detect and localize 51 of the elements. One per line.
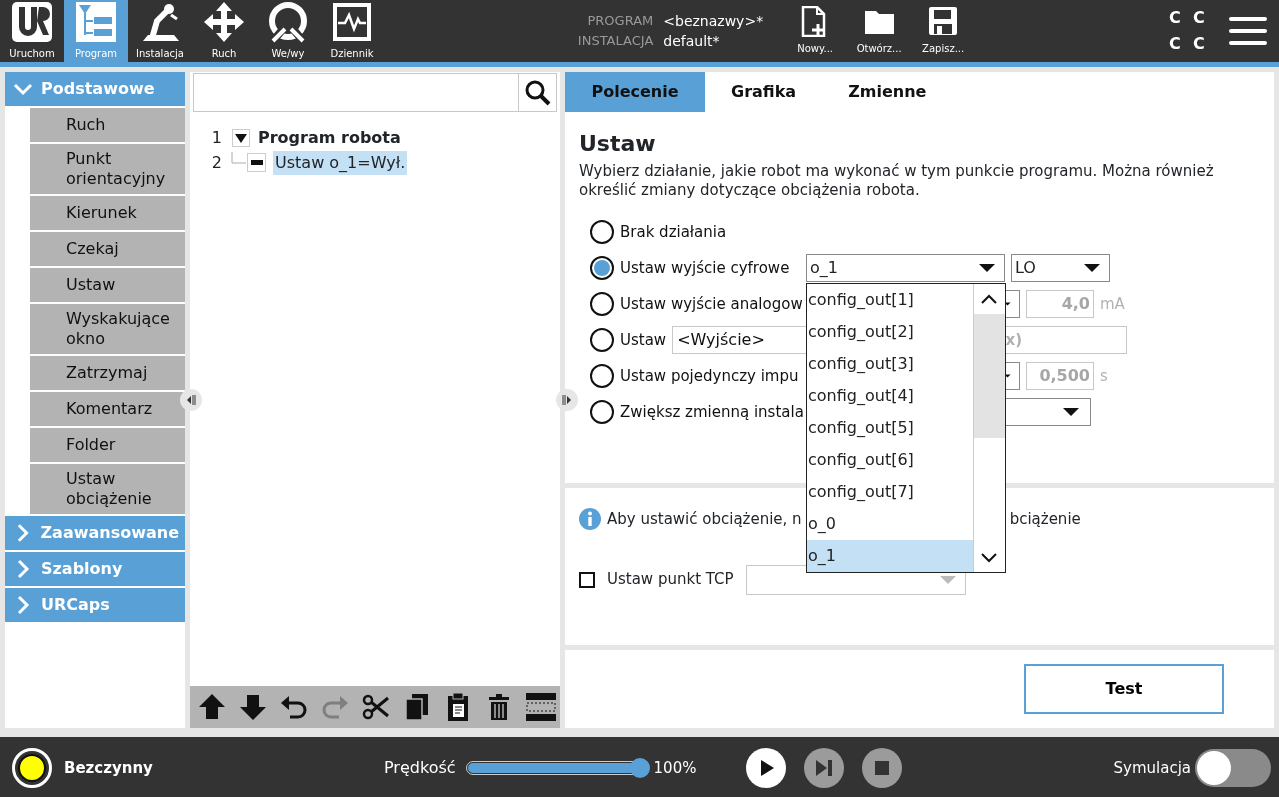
- command-item[interactable]: Wyskakujące okno: [30, 304, 185, 354]
- program-node[interactable]: Ustaw o_1=Wył.: [273, 150, 408, 175]
- command-item[interactable]: Punkt orientacyjny: [30, 144, 185, 194]
- speed-label: Prędkość: [384, 757, 456, 779]
- command-item[interactable]: Zatrzymaj: [30, 356, 185, 390]
- command-item[interactable]: Czekaj: [30, 232, 185, 266]
- command-item[interactable]: Folder: [30, 428, 185, 462]
- option-label: Ustaw wyjście cyfrowe: [620, 257, 791, 279]
- command-item[interactable]: Ruch: [30, 108, 185, 142]
- unit-label: s: [1100, 365, 1108, 387]
- command-item[interactable]: Kierunek: [30, 196, 185, 230]
- status-indicator: C: [1193, 33, 1206, 55]
- nav-tab[interactable]: Ruch: [192, 0, 256, 62]
- test-button[interactable]: Test: [1024, 664, 1224, 714]
- program-node[interactable]: Program robota: [256, 125, 403, 150]
- dropdown-option[interactable]: o_1: [807, 540, 973, 572]
- toolbar-button[interactable]: Otwórz...: [847, 0, 912, 62]
- checkbox-label: Ustaw punkt TCP: [607, 569, 734, 591]
- simulation-label: Symulacja: [1113, 757, 1191, 779]
- tab[interactable]: Polecenie: [565, 72, 705, 112]
- nav-tab[interactable]: We/wy: [256, 0, 320, 62]
- speed-value: 100%: [653, 757, 698, 779]
- info-text: Aby ustawić obciążenie, n: [607, 509, 802, 530]
- toolbar-button[interactable]: Zapisz...: [911, 0, 976, 62]
- info-label: INSTALACJA: [577, 32, 654, 50]
- option-label: Ustaw wyjście analogow: [620, 293, 800, 315]
- info-text: bciążenie: [1009, 509, 1081, 530]
- command-item[interactable]: Ustaw: [30, 268, 185, 302]
- status-text: Bezczynny: [64, 757, 154, 779]
- status-indicator: C: [1193, 7, 1206, 29]
- nav-tab[interactable]: Dziennik: [320, 0, 384, 62]
- dropdown[interactable]: LO: [1011, 254, 1110, 282]
- info-label: PROGRAM: [586, 12, 654, 30]
- info-value: <beznazwy>*: [663, 12, 764, 31]
- line-number: 2: [210, 151, 223, 174]
- dropdown[interactable]: o_1: [806, 254, 1005, 282]
- status-indicator: C: [1169, 33, 1182, 55]
- section-title: Ustaw: [579, 130, 657, 158]
- info-value: default*: [663, 32, 721, 51]
- description-text: Wybierz działanie, jakie robot ma wykonać w tym punkcie programu. Można również określić zmiany dotyczące obciążenia robota.: [579, 162, 1215, 200]
- option-label: Ustaw: [620, 329, 667, 351]
- unit-label: mA: [1100, 293, 1125, 315]
- command-item[interactable]: Komentarz: [30, 392, 185, 426]
- toolbar-button[interactable]: Nowy...: [783, 0, 848, 62]
- nav-tab[interactable]: Instalacja: [128, 0, 192, 62]
- line-number: 1: [210, 126, 223, 149]
- command-item[interactable]: Ustaw obciążenie: [30, 464, 185, 514]
- status-indicator: C: [1169, 7, 1182, 29]
- option-label: Ustaw pojedynczy impu: [620, 365, 800, 387]
- option-label: Brak działania: [620, 221, 728, 243]
- nav-tab[interactable]: Uruchom: [0, 0, 64, 62]
